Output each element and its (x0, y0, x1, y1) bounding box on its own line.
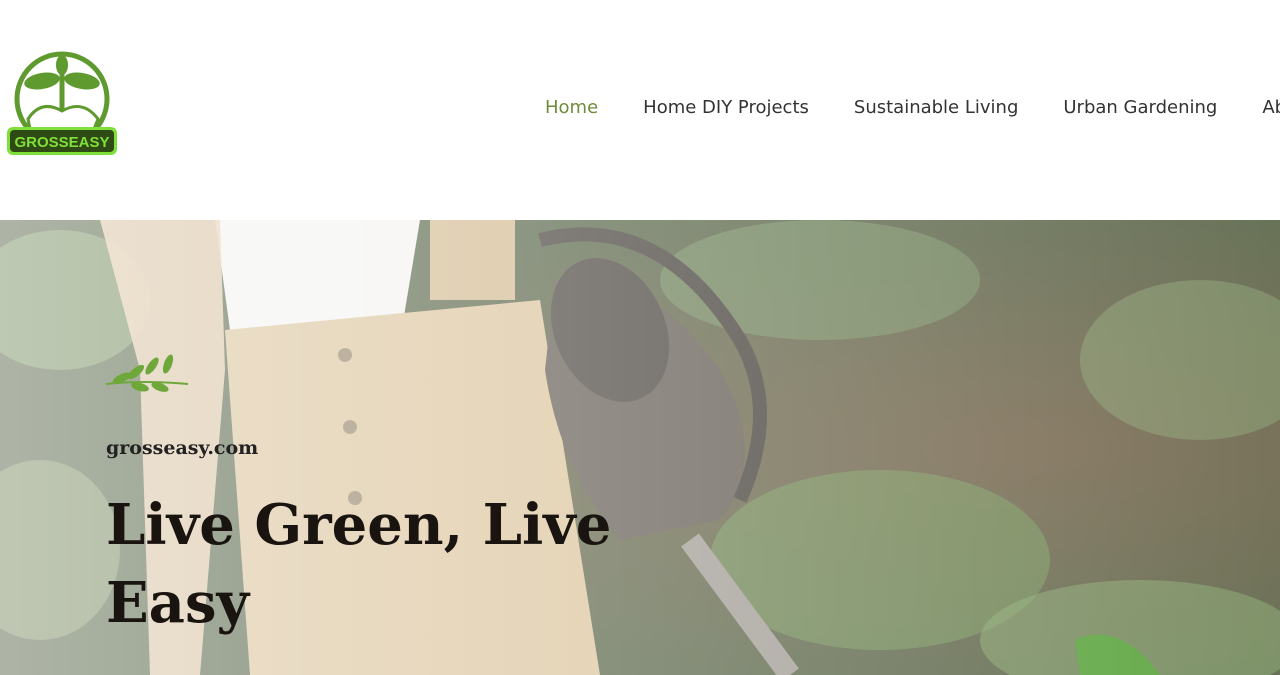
nav-sustainable-living[interactable]: Sustainable Living (854, 96, 1018, 120)
nav-urban-gardening[interactable]: Urban Gardening (1063, 96, 1217, 120)
site-name: grosseasy.com (106, 437, 259, 459)
main-nav: Home Home DIY Projects Sustainable Livin… (545, 96, 1280, 120)
leaf-sprig-icon (105, 354, 189, 392)
site-header: GROSSEASY Home Home DIY Projects Sustain… (0, 0, 1280, 220)
nav-home[interactable]: Home (545, 96, 598, 120)
hero-headline: Live Green, Live Easy (106, 492, 612, 636)
hero-banner: grosseasy.com Live Green, Live Easy (0, 220, 1280, 675)
nav-home-diy-projects[interactable]: Home DIY Projects (643, 96, 809, 120)
grosseasy-logo[interactable]: GROSSEASY (6, 47, 118, 159)
nav-about[interactable]: About (1262, 96, 1280, 120)
logo-text: GROSSEASY (14, 134, 109, 151)
